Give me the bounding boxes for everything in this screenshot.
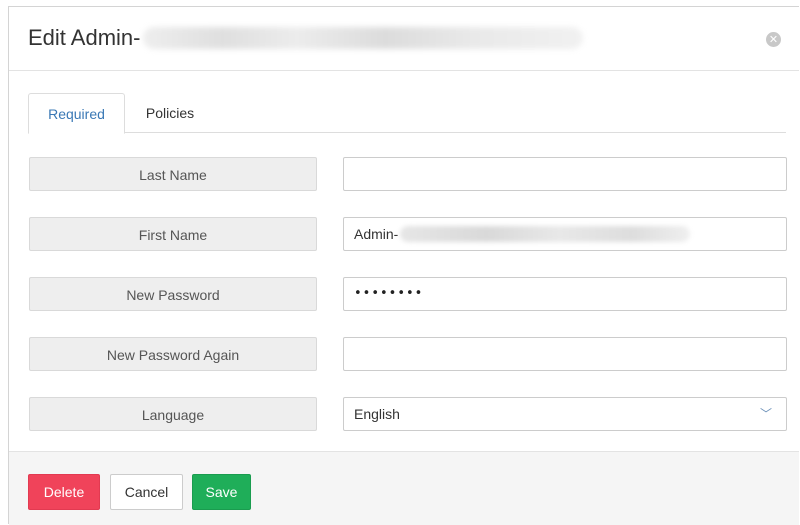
form-row-new-password: New Password •••••••• xyxy=(28,277,788,313)
first-name-input[interactable]: Admin- xyxy=(343,217,787,251)
save-button[interactable]: Save xyxy=(192,474,251,510)
delete-button[interactable]: Delete xyxy=(28,474,100,510)
form-row-first-name: First Name Admin- xyxy=(28,217,788,253)
tab-policies[interactable]: Policies xyxy=(125,93,215,133)
redacted-email-value xyxy=(400,226,691,242)
modal-title-text: Edit Admin- xyxy=(28,25,141,50)
form-row-new-password-again: New Password Again xyxy=(28,337,788,373)
new-password-again-label: New Password Again xyxy=(29,337,317,371)
new-password-value: •••••••• xyxy=(354,286,424,301)
new-password-input[interactable]: •••••••• xyxy=(343,277,787,311)
first-name-label: First Name xyxy=(29,217,317,251)
modal-header: Edit Admin- ✕ xyxy=(9,7,799,71)
language-value: English xyxy=(354,406,400,422)
new-password-label: New Password xyxy=(29,277,317,311)
edit-admin-modal: Edit Admin- ✕ Required Policies Last Nam… xyxy=(8,6,799,525)
redacted-email xyxy=(142,27,583,49)
modal-title: Edit Admin- xyxy=(28,25,583,51)
form-row-last-name: Last Name xyxy=(28,157,788,193)
modal-footer: Delete Cancel Save xyxy=(9,451,799,525)
last-name-input[interactable] xyxy=(343,157,787,191)
tab-bar: Required Policies xyxy=(28,93,786,134)
first-name-value: Admin- xyxy=(354,226,399,242)
language-select[interactable]: English ﹀ xyxy=(343,397,787,431)
language-label: Language xyxy=(29,397,317,431)
close-icon[interactable]: ✕ xyxy=(766,32,781,47)
last-name-label: Last Name xyxy=(29,157,317,191)
tab-required[interactable]: Required xyxy=(28,93,125,134)
cancel-button[interactable]: Cancel xyxy=(110,474,183,510)
form-row-language: Language English ﹀ xyxy=(28,397,788,433)
chevron-down-icon: ﹀ xyxy=(759,407,772,421)
new-password-again-input[interactable] xyxy=(343,337,787,371)
